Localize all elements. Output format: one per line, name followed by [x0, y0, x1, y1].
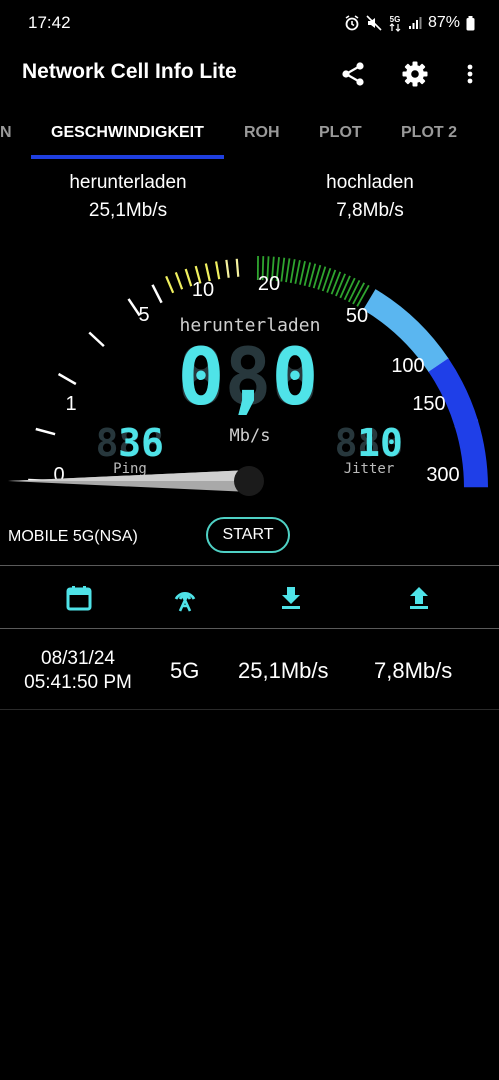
gauge-tick-green [356, 284, 370, 307]
history-upload-header[interactable] [403, 582, 435, 614]
scale-label-20: 20 [258, 273, 280, 295]
antenna-icon [174, 592, 196, 612]
gauge-tick-yellow [235, 258, 240, 277]
ping-label: Ping [113, 461, 147, 477]
upload-value: 7,8Mb/s [336, 200, 404, 221]
gauge-tick-green [294, 260, 301, 284]
history-row-network: 5G [170, 658, 200, 683]
network-type-label: MOBILE 5G(NSA) [8, 528, 138, 545]
upload-summary: hochladen 7,8Mb/s [270, 172, 470, 222]
download-value: 25,1Mb/s [88, 200, 168, 221]
scale-label-10: 10 [192, 279, 214, 301]
gauge-tick-white [57, 372, 77, 386]
scale-label-5: 5 [138, 304, 149, 326]
app-title: Network Cell Info Lite [22, 60, 237, 83]
history-download-header[interactable] [275, 582, 307, 614]
gauge-tick-green [339, 275, 351, 299]
tab-geschwindigkeit[interactable]: GESCHWINDIGKEIT [51, 124, 204, 142]
download-summary: herunterladen 25,1Mb/s [28, 172, 228, 222]
gauge-tick-green [285, 258, 291, 283]
history-date-header[interactable] [63, 582, 95, 614]
more-button[interactable] [454, 58, 486, 90]
scale-label-150: 150 [412, 393, 445, 415]
battery-icon [466, 15, 475, 31]
scale-label-1: 1 [65, 393, 76, 415]
speed-unit: Mb/s [230, 426, 271, 446]
history-row-time: 05:41:50 PM [24, 672, 132, 693]
status-bar: 17:42 5G 87% [0, 0, 499, 46]
history-row-upload: 7,8Mb/s [374, 658, 453, 683]
settings-button[interactable] [399, 58, 431, 90]
scale-label-100: 100 [391, 355, 424, 377]
status-time: 17:42 [28, 13, 71, 32]
tab-partial[interactable]: N [0, 124, 12, 142]
app-bar: Network Cell Info Lite [0, 46, 499, 102]
gauge-tick-yellow [165, 275, 175, 294]
jitter-label: Jitter [344, 461, 395, 477]
jitter-value: 10 [357, 421, 403, 465]
5g-icon: 5G [388, 14, 402, 32]
gauge-tick-yellow [184, 268, 193, 287]
gauge-tick-green [343, 277, 356, 301]
settings-icon [402, 61, 428, 87]
history-network-header[interactable] [169, 582, 201, 614]
mute-icon [366, 15, 382, 31]
gauge-tick-green [280, 257, 286, 282]
gauge-tick-yellow [214, 261, 221, 280]
gauge-tick-green [352, 282, 365, 305]
speed-reading-display: 888 0,0 [178, 333, 319, 423]
upload-icon [410, 587, 428, 609]
gauge-tick-yellow [225, 259, 230, 278]
ping-value: 36 [118, 421, 164, 465]
tab-plot[interactable]: PLOT [319, 124, 362, 142]
start-button[interactable]: START [206, 517, 290, 553]
scale-label-300: 300 [426, 464, 459, 486]
calendar-icon [66, 586, 92, 611]
status-icons: 5G 87% [344, 12, 475, 34]
more-icon [467, 64, 473, 84]
divider-top [0, 565, 499, 566]
upload-label: hochladen [326, 172, 414, 193]
tab-roh[interactable]: ROH [244, 124, 280, 142]
gauge-tick-green [289, 259, 296, 284]
speed-reading: 0,0 [178, 333, 319, 423]
gauge-tick-green [303, 262, 312, 286]
history-row-download: 25,1Mb/s [238, 658, 329, 683]
signal-icon [408, 16, 422, 30]
download-icon [282, 587, 300, 609]
svg-text:5G: 5G [390, 15, 401, 24]
history-row-datetime: 08/31/24 05:41:50 PM [0, 647, 156, 695]
gauge-tick-white [35, 427, 56, 436]
divider-row [0, 709, 499, 710]
speed-gauge: 0 1 5 10 20 50 100 150 300 herunterladen… [8, 256, 488, 496]
gauge-tick-white [151, 284, 163, 304]
tab-indicator [31, 155, 224, 159]
tab-plot-2[interactable]: PLOT 2 [401, 124, 457, 142]
divider-header [0, 628, 499, 629]
battery-percent: 87% [427, 14, 460, 31]
gauge-tick-white [88, 331, 105, 348]
alarm-icon [344, 15, 360, 31]
gauge-tick-green [299, 261, 306, 285]
scale-label-50: 50 [346, 305, 368, 327]
tab-bar: N GESCHWINDIGKEIT ROH PLOT PLOT 2 [0, 112, 499, 160]
history-row-date: 08/31/24 [41, 648, 115, 669]
share-button[interactable] [337, 58, 369, 90]
share-icon [342, 62, 364, 86]
download-label: herunterladen [69, 172, 187, 193]
gauge-tick-yellow [174, 272, 184, 290]
gauge-tick-green [348, 279, 361, 303]
